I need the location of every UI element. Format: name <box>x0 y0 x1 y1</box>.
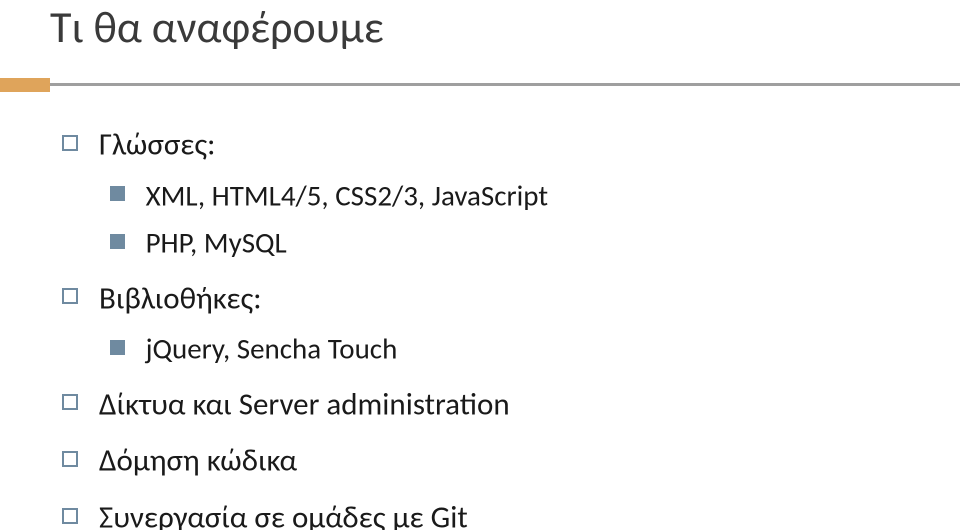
sub-list: XML, HTML4/5, CSS2/3, JavaScript PHP, My… <box>62 171 548 266</box>
slide: Τι θα αναφέρουμε Γλώσσες: XML, HTML4/5, … <box>0 0 960 530</box>
square-open-icon <box>62 394 78 410</box>
list-item: XML, HTML4/5, CSS2/3, JavaScript <box>110 171 548 219</box>
list-item: Συνεργασία σε ομάδες με Git <box>62 491 548 530</box>
slide-title: Τι θα αναφέρουμε <box>50 0 384 54</box>
square-filled-icon <box>110 340 125 355</box>
square-open-icon <box>62 135 78 151</box>
title-underline <box>0 78 960 92</box>
square-filled-icon <box>110 186 125 201</box>
list-item-label: PHP, MySQL <box>146 225 287 261</box>
list-item-label: Δόμηση κώδικα <box>99 442 297 480</box>
square-open-icon <box>62 508 78 524</box>
list-item: Γλώσσες: XML, HTML4/5, CSS2/3, JavaScrip… <box>62 118 548 266</box>
list-item-label: XML, HTML4/5, CSS2/3, JavaScript <box>146 177 549 213</box>
list-item-label: Βιβλιοθήκες: <box>99 279 262 317</box>
square-open-icon <box>62 288 78 304</box>
accent-block <box>0 78 50 92</box>
divider-line <box>50 83 960 86</box>
bullet-list: Γλώσσες: XML, HTML4/5, CSS2/3, JavaScrip… <box>62 118 548 530</box>
list-item-label: Γλώσσες: <box>99 126 215 164</box>
list-item: Δίκτυα και Server administration <box>62 378 548 429</box>
list-item: PHP, MySQL <box>110 218 548 266</box>
square-open-icon <box>62 451 78 467</box>
list-item: Δόμηση κώδικα <box>62 434 548 485</box>
list-item: jQuery, Sencha Touch <box>110 324 548 372</box>
sub-list: jQuery, Sencha Touch <box>62 324 548 372</box>
list-item: Βιβλιοθήκες: jQuery, Sencha Touch <box>62 272 548 372</box>
square-filled-icon <box>110 234 125 249</box>
list-item-label: Δίκτυα και Server administration <box>99 385 510 423</box>
list-item-label: jQuery, Sencha Touch <box>146 331 398 367</box>
list-item-label: Συνεργασία σε ομάδες με Git <box>99 499 468 530</box>
